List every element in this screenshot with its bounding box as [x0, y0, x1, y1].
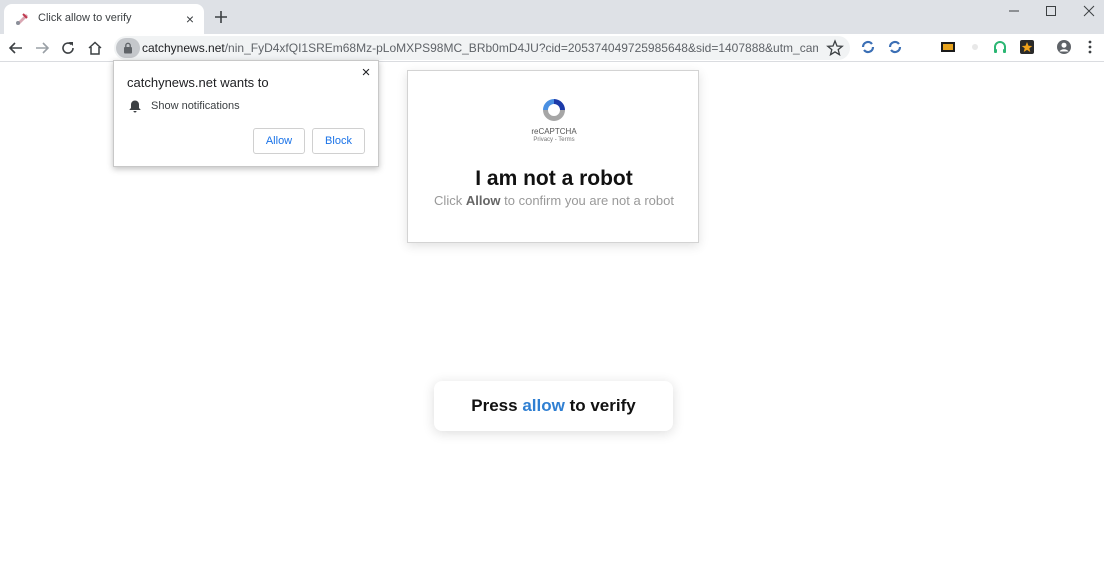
allow-button[interactable]: Allow — [253, 128, 305, 154]
popup-close-icon[interactable]: × — [358, 65, 374, 81]
back-arrow-icon[interactable] — [7, 39, 25, 57]
address-bar[interactable]: catchynews.net/nin_FyD4xfQI1SREm68Mz-pLo… — [114, 36, 850, 60]
recaptcha-links[interactable]: Privacy - Terms — [408, 137, 700, 143]
lock-icon — [124, 42, 132, 54]
captcha-box: reCAPTCHA Privacy - Terms I am not a rob… — [407, 70, 699, 243]
headphones-icon[interactable] — [992, 39, 1008, 55]
captcha-sub-emphasis: Allow — [465, 193, 501, 208]
imdb-extension-icon[interactable] — [940, 39, 956, 55]
url-text: catchynews.net/nin_FyD4xfQI1SREm68Mz-pLo… — [142, 41, 818, 55]
reload-icon[interactable] — [59, 39, 77, 57]
sync-icon[interactable] — [887, 39, 903, 55]
url-host: catchynews.net — [142, 41, 225, 55]
captcha-heading: I am not a robot — [475, 167, 633, 190]
forward-arrow-icon[interactable] — [33, 39, 51, 57]
permission-label: Show notifications — [151, 100, 240, 112]
tab-active[interactable]: Click allow to verify × — [4, 4, 204, 34]
maximize-icon[interactable] — [1035, 2, 1067, 22]
sync-icon[interactable] — [860, 39, 876, 55]
account-icon[interactable] — [1056, 39, 1072, 55]
recaptcha-brand: reCAPTCHA — [531, 127, 577, 136]
notification-permission-popup: × catchynews.net wants to Show notificat… — [113, 60, 379, 167]
close-window-icon[interactable] — [1073, 2, 1104, 22]
bell-icon — [129, 100, 141, 113]
new-tab-icon[interactable] — [212, 8, 230, 26]
press-prefix: Press — [471, 396, 518, 415]
captcha-subtext: Click Allow to confirm you are not a rob… — [408, 193, 700, 208]
minimize-icon[interactable] — [998, 2, 1030, 22]
captcha-sub-prefix: Click — [434, 193, 463, 208]
bookmark-star-icon[interactable] — [826, 39, 844, 57]
press-allow-card: Press allow to verify — [434, 381, 673, 431]
more-menu-icon[interactable] — [1082, 39, 1098, 55]
site-favicon-icon — [16, 13, 28, 25]
site-info-button[interactable] — [116, 38, 140, 58]
captcha-sub-suffix: to confirm you are not a robot — [504, 193, 674, 208]
tab-close-icon[interactable]: × — [182, 11, 198, 27]
star-extension-icon[interactable] — [967, 39, 983, 55]
recaptcha-logo-icon — [543, 99, 565, 121]
browser-toolbar: catchynews.net/nin_FyD4xfQI1SREm68Mz-pLo… — [0, 34, 1104, 62]
tab-strip: Click allow to verify × — [0, 0, 1104, 34]
home-icon[interactable] — [86, 39, 104, 57]
url-path: /nin_FyD4xfQI1SREm68Mz-pLoMXPS98MC_BRb0m… — [224, 41, 818, 55]
popup-title: catchynews.net wants to — [127, 75, 269, 90]
block-button[interactable]: Block — [312, 128, 365, 154]
press-accent: allow — [522, 396, 565, 415]
star-badge-icon[interactable] — [1019, 39, 1035, 55]
tab-title: Click allow to verify — [38, 12, 132, 24]
press-suffix: to verify — [569, 396, 636, 415]
